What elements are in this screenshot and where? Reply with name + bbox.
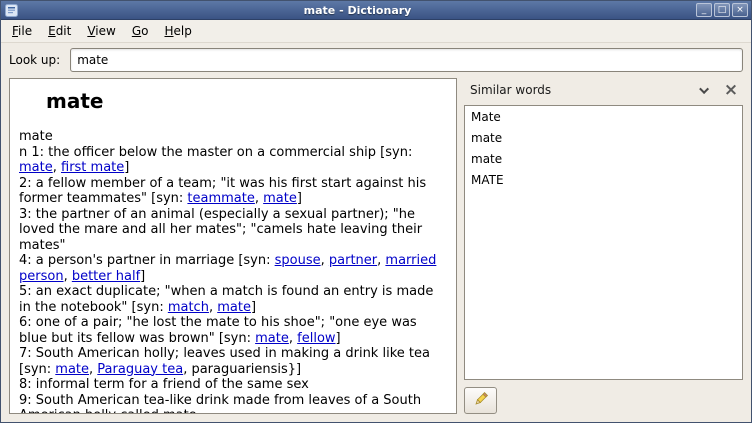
similar-word-item[interactable]: mate — [465, 127, 742, 148]
definition-body: maten 1: the officer below the master on… — [19, 129, 447, 414]
window-controls: _ □ × — [696, 3, 748, 17]
definition-paragraph: 9: South American tea-like drink made fr… — [19, 393, 447, 415]
definition-paragraph: 4: a person's partner in marriage [syn: … — [19, 253, 447, 284]
similar-word-item[interactable]: Mate — [465, 106, 742, 127]
synonym-link[interactable]: match — [168, 300, 209, 315]
maximize-button[interactable]: □ — [714, 3, 730, 17]
synonym-link[interactable]: first mate — [61, 160, 124, 175]
similar-words-list: MatematemateMATE — [464, 105, 743, 380]
synonym-link[interactable]: mate — [217, 300, 251, 315]
synonym-link[interactable]: teammate — [187, 191, 254, 206]
menu-go[interactable]: Go — [124, 20, 157, 42]
main-area: mate maten 1: the officer below the mast… — [1, 76, 751, 422]
definition-paragraph: 5: an exact duplicate; "when a match is … — [19, 284, 447, 315]
app-icon — [4, 3, 19, 18]
lookup-input[interactable] — [70, 48, 743, 72]
synonym-link[interactable]: spouse — [275, 253, 321, 268]
synonym-link[interactable]: partner — [329, 253, 377, 268]
similar-words-title: Similar words — [470, 83, 689, 97]
dictionary-window: mate - Dictionary _ □ × FileEditViewGoHe… — [0, 0, 752, 423]
collapse-button[interactable] — [697, 82, 713, 98]
sidebar-footer — [464, 380, 743, 414]
synonym-link[interactable]: mate — [19, 160, 53, 175]
definition-paragraph: n 1: the officer below the master on a c… — [19, 145, 447, 176]
menubar: FileEditViewGoHelp — [1, 20, 751, 43]
definition-paragraph: mate — [19, 129, 447, 145]
close-button[interactable]: × — [732, 3, 748, 17]
definition-panel[interactable]: mate maten 1: the officer below the mast… — [9, 78, 457, 414]
definition-paragraph: 2: a fellow member of a team; "it was hi… — [19, 176, 447, 207]
headword: mate — [46, 89, 447, 113]
edit-pencil-icon — [473, 391, 489, 411]
synonym-link[interactable]: Paraguay tea — [97, 362, 183, 377]
similar-words-panel: Similar words × MatematemateMATE — [464, 78, 743, 414]
definition-paragraph: 8: informal term for a friend of the sam… — [19, 377, 447, 393]
minimize-button[interactable]: _ — [696, 3, 712, 17]
synonym-link[interactable]: mate — [55, 362, 89, 377]
menu-view[interactable]: View — [79, 20, 123, 42]
window-title: mate - Dictionary — [19, 4, 696, 17]
definition-paragraph: 6: one of a pair; "he lost the mate to h… — [19, 315, 447, 346]
menu-help[interactable]: Help — [156, 20, 199, 42]
definition-paragraph: 7: South American holly; leaves used in … — [19, 346, 447, 377]
lookup-bar: Look up: — [1, 43, 751, 76]
similar-word-item[interactable]: MATE — [465, 169, 742, 190]
synonym-link[interactable]: fellow — [297, 331, 335, 346]
synonym-link[interactable]: better half — [72, 269, 140, 284]
chevron-down-icon — [699, 84, 709, 94]
menu-edit[interactable]: Edit — [40, 20, 79, 42]
menu-file[interactable]: File — [4, 20, 40, 42]
synonym-link[interactable]: mate — [255, 331, 289, 346]
close-sidebar-button[interactable]: × — [721, 80, 741, 100]
lookup-label: Look up: — [9, 53, 60, 67]
similar-word-item[interactable]: mate — [465, 148, 742, 169]
titlebar[interactable]: mate - Dictionary _ □ × — [1, 1, 751, 20]
definition-paragraph: 3: the partner of an animal (especially … — [19, 207, 447, 254]
synonym-link[interactable]: mate — [263, 191, 297, 206]
close-icon: × — [724, 82, 738, 99]
edit-button[interactable] — [464, 387, 497, 414]
similar-words-header: Similar words × — [464, 78, 743, 102]
